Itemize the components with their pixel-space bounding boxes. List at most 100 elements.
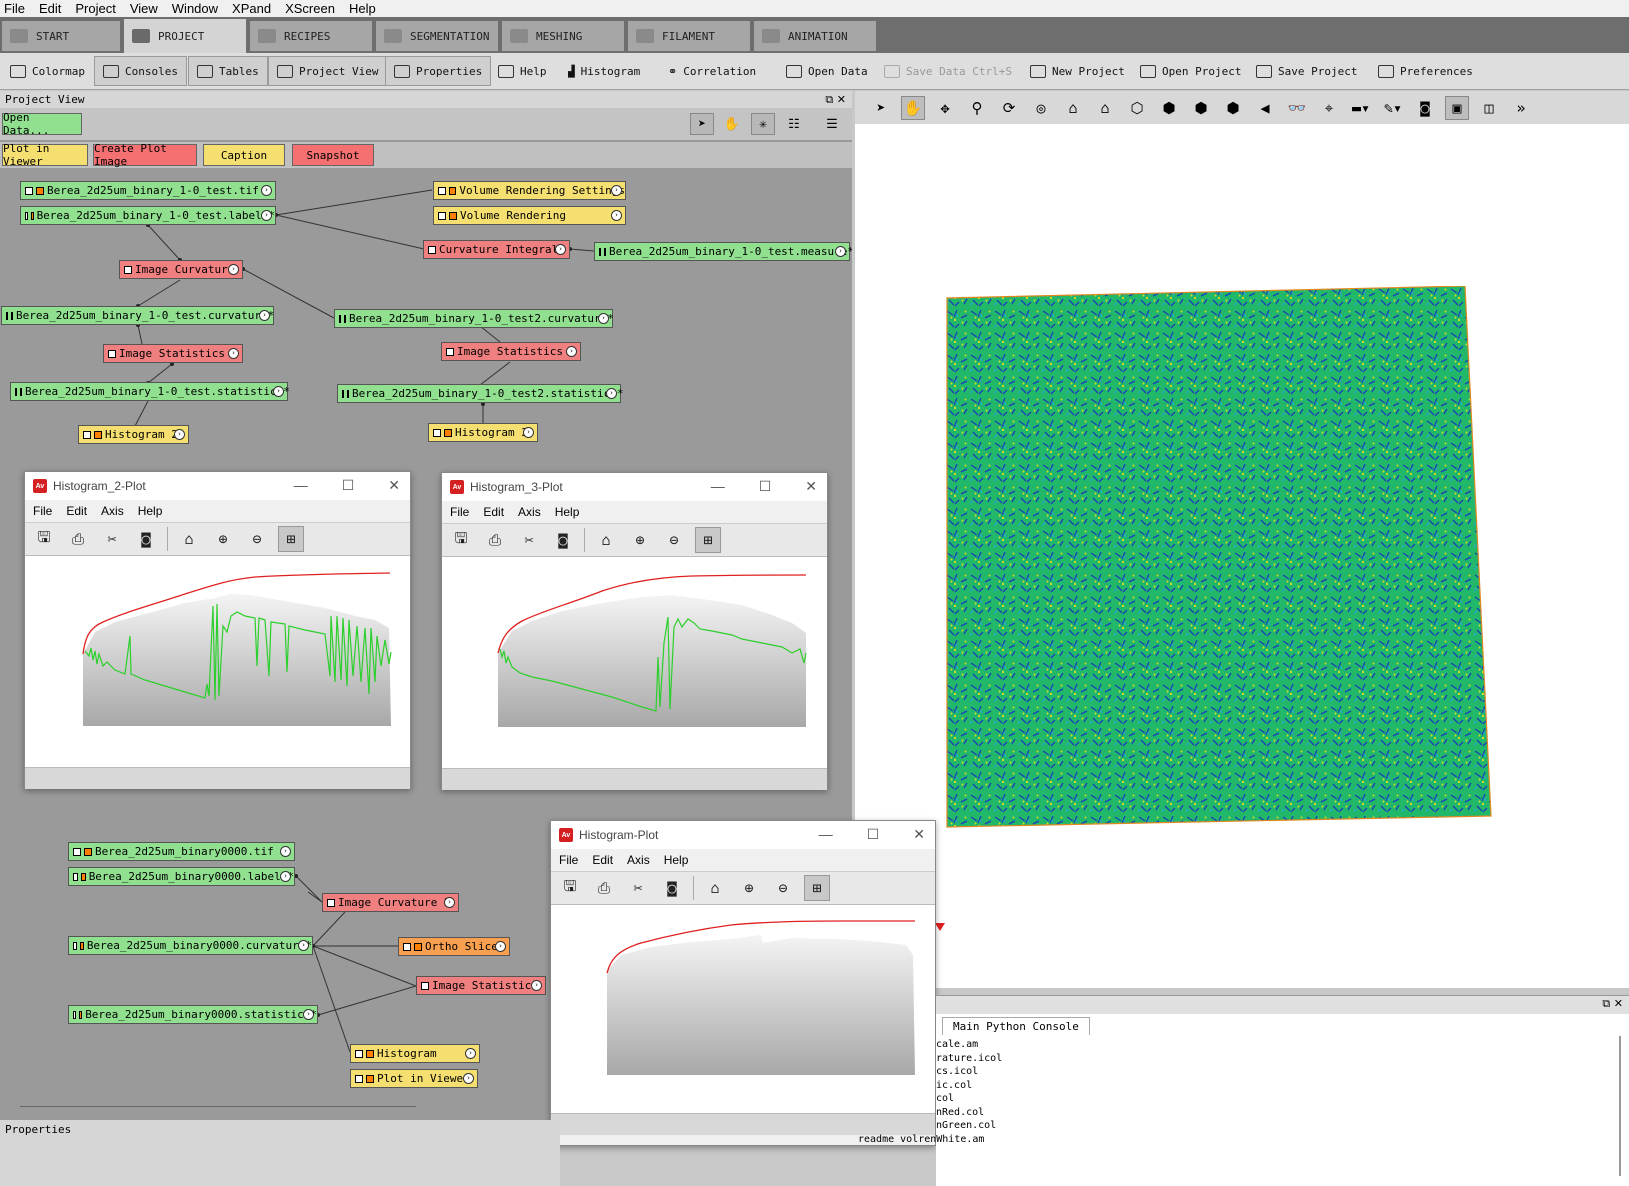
chevron-right-icon[interactable]: › — [566, 346, 577, 357]
open-data-button[interactable]: Open Data — [778, 56, 876, 86]
node-data[interactable]: Berea_2d25um_binary_1-0_test.measure* › — [594, 242, 852, 261]
node-display[interactable]: Ortho Slice › — [398, 937, 510, 956]
chevron-right-icon[interactable]: › — [835, 246, 846, 257]
home-icon[interactable]: ⌂ — [176, 526, 202, 552]
chevron-right-icon[interactable]: › — [228, 348, 239, 359]
zoom-icon[interactable]: ⚲ — [965, 96, 989, 120]
project-view-button[interactable]: Project View — [268, 56, 388, 86]
node-data[interactable]: Berea_2d25um_binary_1-0_test.labels* › — [20, 206, 276, 225]
chevron-right-icon[interactable]: › — [611, 185, 622, 196]
zoom-in-icon[interactable]: ⊕ — [210, 526, 236, 552]
menu-window[interactable]: Window — [172, 1, 218, 16]
node-display[interactable]: Histogram › — [350, 1044, 480, 1063]
tab-start[interactable]: START — [2, 21, 120, 51]
move-icon[interactable]: ✥ — [933, 96, 957, 120]
menu-file[interactable]: File — [559, 853, 578, 867]
panel-controls[interactable]: ⧉ ✕ — [1602, 997, 1623, 1011]
chevron-right-icon[interactable]: › — [228, 264, 239, 275]
rotate-view-icon[interactable]: ◀ — [1253, 96, 1277, 120]
node-compute[interactable]: Image Curvature › — [119, 260, 243, 279]
menu-file[interactable]: File — [450, 505, 469, 519]
menu-axis[interactable]: Axis — [101, 504, 124, 518]
node-display[interactable]: Histogram 2 › — [78, 425, 189, 444]
menu-xscreen[interactable]: XScreen — [285, 1, 335, 16]
chevron-right-icon[interactable]: › — [444, 897, 455, 908]
zoom-in-icon[interactable]: ⊕ — [627, 527, 653, 553]
node-display[interactable]: Plot in Viewer › — [350, 1069, 478, 1088]
menu-help[interactable]: Help — [664, 853, 689, 867]
save-project-button[interactable]: Save Project — [1248, 56, 1365, 86]
chevron-right-icon[interactable]: › — [280, 846, 291, 857]
node-data[interactable]: Berea_2d25um_binary_1-0_test.statistics*… — [10, 382, 290, 401]
menu-help[interactable]: Help — [138, 504, 163, 518]
menu-axis[interactable]: Axis — [518, 505, 541, 519]
print-icon[interactable]: ⎙ — [482, 527, 508, 553]
chevron-right-icon[interactable]: › — [261, 210, 272, 221]
split-view-icon[interactable]: ◫ — [1477, 96, 1501, 120]
node-compute[interactable]: Image Curvature 2 › — [322, 893, 459, 912]
node-data[interactable]: Berea_2d25um_binary_1-0_test.curvature* › — [1, 306, 274, 325]
plot-window-histogram-2[interactable]: Av Histogram_2-Plot — ☐ ✕ File Edit Axis Help 🖫… — [24, 471, 411, 789]
print-icon[interactable]: ⎙ — [65, 526, 91, 552]
node-compute[interactable]: Image Statistics 3 › — [441, 342, 581, 361]
colormap-button[interactable]: Colormap — [2, 56, 93, 86]
view-xz-icon[interactable]: ⬢ — [1189, 96, 1213, 120]
tab-recipes[interactable]: RECIPES — [250, 21, 372, 51]
menu-help[interactable]: Help — [349, 1, 376, 16]
rotate-icon[interactable]: ⟳ — [997, 96, 1021, 120]
menu-view[interactable]: View — [130, 1, 158, 16]
menu-edit[interactable]: Edit — [39, 1, 61, 16]
3d-viewer[interactable]: ➤ ✋ ✥ ⚲ ⟳ ◎ ⌂ ⌂ ⬡ ⬢ ⬢ ⬢ ◀ 👓 ⌖ ▬▾ ✎▾ ◙ ▣ … — [855, 91, 1629, 988]
zoom-out-icon[interactable]: ⊖ — [244, 526, 270, 552]
tab-animation[interactable]: ANIMATION — [754, 21, 876, 51]
chevron-right-icon[interactable]: › — [555, 244, 566, 255]
single-view-icon[interactable]: ▣ — [1445, 95, 1469, 120]
menu-project[interactable]: Project — [75, 1, 115, 16]
chevron-right-icon[interactable]: › — [463, 1073, 474, 1084]
node-data[interactable]: Berea_2d25um_binary0000.labels* › — [68, 867, 295, 886]
node-display[interactable]: Volume Rendering › — [433, 206, 626, 225]
zoom-in-icon[interactable]: ⊕ — [736, 875, 762, 901]
menu-edit[interactable]: Edit — [592, 853, 613, 867]
node-display[interactable]: Volume Rendering Settings › — [433, 181, 626, 200]
measure-icon[interactable]: ⌖ — [1317, 96, 1341, 120]
histogram-button[interactable]: ▟ Histogram — [560, 56, 648, 86]
zoom-out-icon[interactable]: ⊖ — [770, 875, 796, 901]
menu-file[interactable]: File — [33, 504, 52, 518]
save-icon[interactable]: 🖫 — [31, 526, 57, 552]
home-icon[interactable]: ⌂ — [702, 875, 728, 901]
grid-icon[interactable]: ⊞ — [695, 527, 721, 553]
plot-canvas[interactable] — [25, 556, 410, 767]
chevron-right-icon[interactable]: › — [523, 427, 534, 438]
chevron-right-icon[interactable]: › — [174, 429, 185, 440]
tools-icon[interactable]: ✂ — [99, 526, 125, 552]
home-icon[interactable]: ⌂ — [1061, 96, 1085, 120]
home-icon[interactable]: ⌂ — [593, 527, 619, 553]
properties-button[interactable]: Properties — [385, 56, 492, 86]
camera-icon[interactable]: ◙ — [1413, 96, 1437, 120]
menu-edit[interactable]: Edit — [483, 505, 504, 519]
tables-button[interactable]: Tables — [188, 56, 268, 86]
window-controls[interactable]: — ☐ ✕ — [819, 826, 925, 843]
vertical-scrollbar[interactable] — [1619, 1036, 1621, 1176]
chevron-right-icon[interactable]: › — [495, 941, 506, 952]
node-compute[interactable]: Image Statistics 2 › — [103, 344, 243, 363]
chevron-right-icon[interactable]: › — [465, 1048, 476, 1059]
save-icon[interactable]: 🖫 — [448, 527, 474, 553]
window-controls[interactable]: — ☐ ✕ — [294, 477, 400, 494]
panel-controls[interactable]: ⧉ ✕ — [825, 91, 846, 108]
window-titlebar[interactable]: Av Histogram_2-Plot — ☐ ✕ — [25, 472, 410, 500]
save-data-button[interactable]: Save Data Ctrl+S — [876, 56, 1020, 86]
node-data[interactable]: Berea_2d25um_binary0000.curvature* › — [68, 936, 313, 955]
correlation-button[interactable]: ⚭ Correlation — [660, 56, 764, 86]
menu-help[interactable]: Help — [555, 505, 580, 519]
grid-icon[interactable]: ⊞ — [278, 526, 304, 552]
camera-icon[interactable]: ◙ — [550, 527, 576, 553]
chevron-right-icon[interactable]: › — [298, 940, 309, 951]
chevron-right-icon[interactable]: › — [280, 871, 291, 882]
chevron-right-icon[interactable]: › — [531, 980, 542, 991]
view-xy-icon[interactable]: ⬢ — [1157, 96, 1181, 120]
chevron-right-icon[interactable]: › — [606, 388, 617, 399]
plot-window-histogram[interactable]: Av Histogram-Plot — ☐ ✕ File Edit Axis Help 🖫 ⎙ ✂… — [550, 820, 936, 1146]
tab-segmentation[interactable]: SEGMENTATION — [376, 21, 498, 51]
